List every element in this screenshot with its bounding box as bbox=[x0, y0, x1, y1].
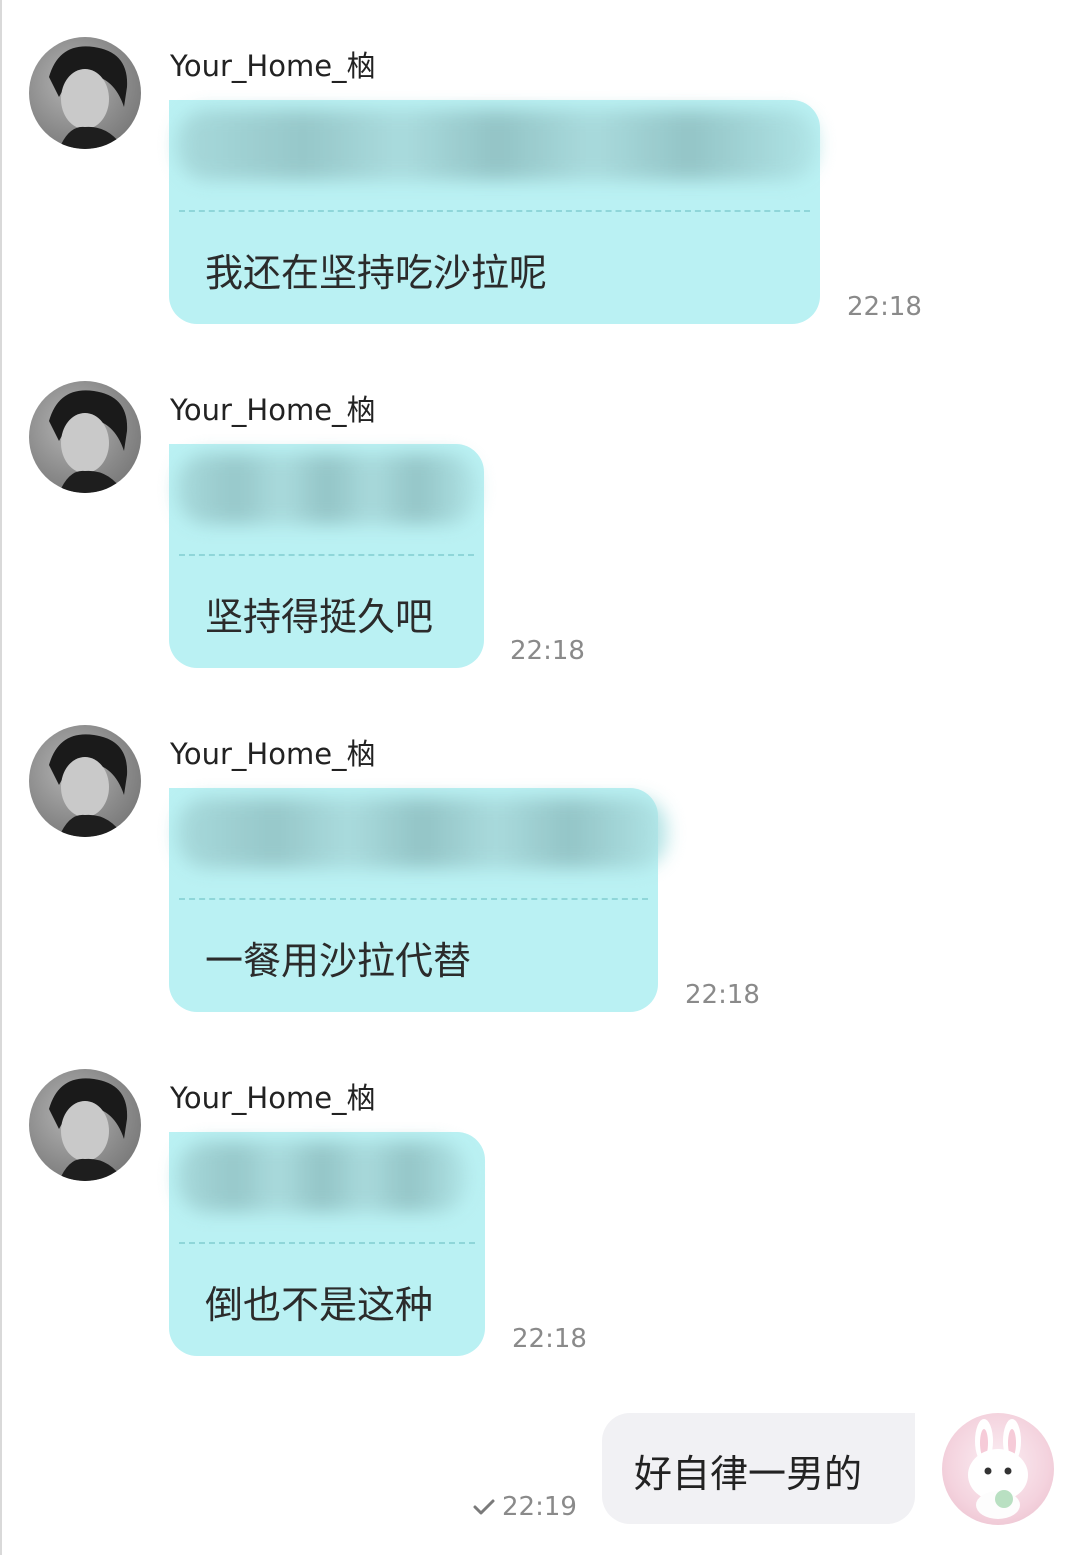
contact-avatar[interactable] bbox=[29, 381, 141, 493]
quote-divider bbox=[179, 898, 648, 900]
quote-divider bbox=[179, 1242, 475, 1244]
quote-divider bbox=[179, 210, 810, 212]
outgoing-message-status: 22:19 bbox=[472, 1492, 577, 1522]
quoted-message-blurred bbox=[177, 1142, 467, 1212]
message-text: 倒也不是这种 bbox=[205, 1283, 434, 1327]
message-time: 22:18 bbox=[510, 636, 585, 666]
message-bubble[interactable]: 我还在坚持吃沙拉呢 bbox=[169, 100, 820, 324]
message-bubble[interactable]: 一餐用沙拉代替 bbox=[169, 788, 667, 1012]
chat-thread: Your_Home_㭡 我还在坚持吃沙拉呢 22:18 Your_Home_㭡 … bbox=[0, 0, 1080, 1555]
outgoing-message-text: 好自律一男的 bbox=[634, 1452, 863, 1496]
portrait-icon bbox=[49, 1078, 128, 1181]
message-time: 22:18 bbox=[685, 980, 760, 1010]
quote-divider bbox=[179, 554, 474, 556]
message-time: 22:18 bbox=[512, 1324, 587, 1354]
sender-name: Your_Home_㭡 bbox=[170, 393, 376, 427]
contact-avatar[interactable] bbox=[29, 37, 141, 149]
outgoing-message-time: 22:19 bbox=[502, 1492, 577, 1522]
bunny-icon bbox=[968, 1419, 1028, 1519]
portrait-icon bbox=[49, 734, 128, 837]
check-icon bbox=[473, 1499, 495, 1515]
outgoing-message-bubble[interactable]: 好自律一男的 bbox=[602, 1413, 915, 1524]
portrait-icon bbox=[49, 390, 128, 493]
message-time: 22:18 bbox=[847, 292, 922, 322]
message-text: 一餐用沙拉代替 bbox=[205, 939, 472, 983]
message-text: 我还在坚持吃沙拉呢 bbox=[205, 251, 548, 295]
quoted-message-blurred bbox=[177, 110, 817, 180]
contact-avatar[interactable] bbox=[29, 1069, 141, 1181]
message-text: 坚持得挺久吧 bbox=[205, 595, 434, 639]
message-bubble[interactable]: 倒也不是这种 bbox=[169, 1132, 485, 1356]
contact-avatar[interactable] bbox=[29, 725, 141, 837]
message-bubble[interactable]: 坚持得挺久吧 bbox=[169, 444, 484, 668]
portrait-icon bbox=[49, 46, 128, 149]
sender-name: Your_Home_㭡 bbox=[170, 1081, 376, 1115]
sender-name: Your_Home_㭡 bbox=[170, 49, 376, 83]
quoted-message-blurred bbox=[177, 798, 667, 868]
quoted-message-blurred bbox=[177, 454, 477, 524]
my-avatar[interactable] bbox=[942, 1413, 1054, 1525]
sender-name: Your_Home_㭡 bbox=[170, 737, 376, 771]
